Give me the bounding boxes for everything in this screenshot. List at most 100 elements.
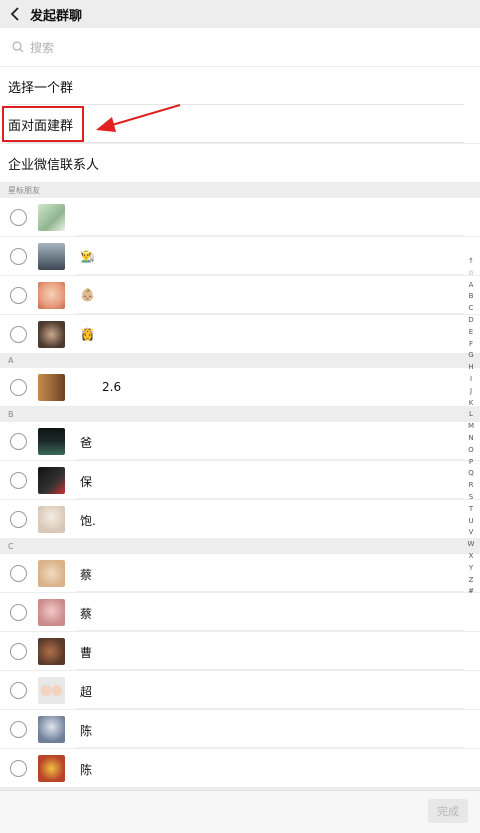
index-letter[interactable]: M [468, 421, 474, 433]
select-radio[interactable] [10, 604, 27, 621]
select-radio[interactable] [10, 248, 27, 265]
entry-label: 企业微信联系人 [8, 157, 100, 173]
contact-row[interactable]: 👶🏼 [0, 276, 480, 314]
contact-row[interactable]: 超 [0, 671, 480, 709]
contact-name: 超 [80, 685, 93, 699]
section-header-c: C [0, 539, 480, 554]
avatar [38, 599, 65, 626]
avatar [38, 321, 65, 348]
contact-row[interactable]: 👨‍🌾 [0, 237, 480, 275]
contact-name: 陈 [80, 763, 93, 777]
done-button[interactable]: 完成 [428, 799, 468, 823]
contact-row[interactable]: 爸 [0, 422, 480, 460]
contact-row[interactable]: 2.6 [0, 368, 480, 406]
contact-row[interactable]: 蔡 [0, 554, 480, 592]
index-letter[interactable]: I [470, 374, 472, 386]
index-letter[interactable]: X [469, 551, 474, 563]
contact-row[interactable]: 👸 [0, 315, 480, 353]
select-radio[interactable] [10, 287, 27, 304]
index-letter[interactable]: E [469, 327, 473, 339]
index-letter[interactable]: T [469, 504, 473, 516]
contact-name: 饱. [80, 514, 96, 528]
select-radio[interactable] [10, 643, 27, 660]
index-letter[interactable]: J [470, 386, 472, 398]
index-letter[interactable]: Q [468, 468, 474, 480]
select-radio[interactable] [10, 565, 27, 582]
contact-row[interactable]: 蔡 [0, 593, 480, 631]
alphabet-index[interactable]: ↑ ☆ A B C D E F G H I J K L M N O P Q R … [466, 256, 476, 598]
contact-row[interactable] [0, 198, 480, 236]
select-radio[interactable] [10, 209, 27, 226]
entry-wecom-contacts[interactable]: 企业微信联系人 [0, 144, 480, 182]
index-letter[interactable]: G [468, 350, 473, 362]
avatar [38, 282, 65, 309]
index-letter[interactable]: ↑ [468, 256, 474, 268]
search-bar[interactable]: 搜索 [0, 28, 480, 66]
index-letter[interactable]: L [469, 409, 473, 421]
select-radio[interactable] [10, 326, 27, 343]
index-letter[interactable]: U [468, 516, 473, 528]
divider [76, 498, 464, 499]
select-radio[interactable] [10, 472, 27, 489]
index-letter[interactable]: Z [469, 575, 474, 587]
index-letter[interactable]: N [468, 433, 473, 445]
index-letter[interactable]: # [468, 586, 474, 598]
contact-name: 曹 [80, 646, 93, 660]
select-radio[interactable] [10, 682, 27, 699]
top-bar: 发起群聊 [0, 0, 480, 28]
entry-select-group[interactable]: 选择一个群 [0, 67, 480, 105]
contact-name: 爸 [80, 436, 93, 450]
index-letter[interactable]: S [469, 492, 473, 504]
contact-name: 保 [80, 475, 93, 489]
index-letter[interactable]: K [469, 398, 474, 410]
search-placeholder: 搜索 [30, 40, 55, 55]
avatar [38, 204, 65, 231]
index-letter[interactable]: V [469, 527, 474, 539]
contact-name: 2.6 [102, 380, 122, 394]
avatar [38, 716, 65, 743]
contact-name: 👨‍🌾 [80, 249, 95, 263]
index-letter[interactable]: H [468, 362, 473, 374]
contact-row[interactable]: 陈 [0, 710, 480, 748]
contact-row[interactable]: 陈 [0, 749, 480, 787]
contact-row[interactable]: 曹 [0, 632, 480, 670]
divider [76, 708, 464, 709]
index-letter[interactable]: ☆ [468, 268, 474, 280]
index-letter[interactable]: R [469, 480, 474, 492]
page-title: 发起群聊 [30, 8, 83, 24]
select-radio[interactable] [10, 511, 27, 528]
select-radio[interactable] [10, 760, 27, 777]
contact-row[interactable]: 饱. [0, 500, 480, 538]
select-radio[interactable] [10, 721, 27, 738]
divider [76, 630, 464, 631]
index-letter[interactable]: F [469, 339, 473, 351]
divider [76, 591, 464, 592]
contact-row[interactable]: 保 [0, 461, 480, 499]
avatar [38, 677, 65, 704]
divider [8, 142, 464, 143]
contact-name: 👶🏼 [80, 288, 95, 302]
contact-name: 👸 [80, 327, 95, 341]
index-letter[interactable]: W [468, 539, 475, 551]
index-letter[interactable]: D [468, 315, 473, 327]
back-button[interactable] [0, 0, 30, 28]
index-letter[interactable]: B [469, 291, 474, 303]
avatar [38, 755, 65, 782]
index-letter[interactable]: A [469, 280, 474, 292]
divider [76, 274, 464, 275]
index-letter[interactable]: P [469, 457, 473, 469]
select-radio[interactable] [10, 379, 27, 396]
divider [76, 747, 464, 748]
search-icon [12, 41, 24, 53]
index-letter[interactable]: Y [469, 563, 473, 575]
avatar [38, 467, 65, 494]
section-header-a: A [0, 353, 480, 368]
index-letter[interactable]: C [469, 303, 474, 315]
divider [76, 313, 464, 314]
avatar [38, 243, 65, 270]
index-letter[interactable]: O [468, 445, 474, 457]
avatar [38, 428, 65, 455]
section-header-starred: 星标朋友 [0, 183, 480, 198]
select-radio[interactable] [10, 433, 27, 450]
annotation-highlight-box [2, 106, 84, 142]
